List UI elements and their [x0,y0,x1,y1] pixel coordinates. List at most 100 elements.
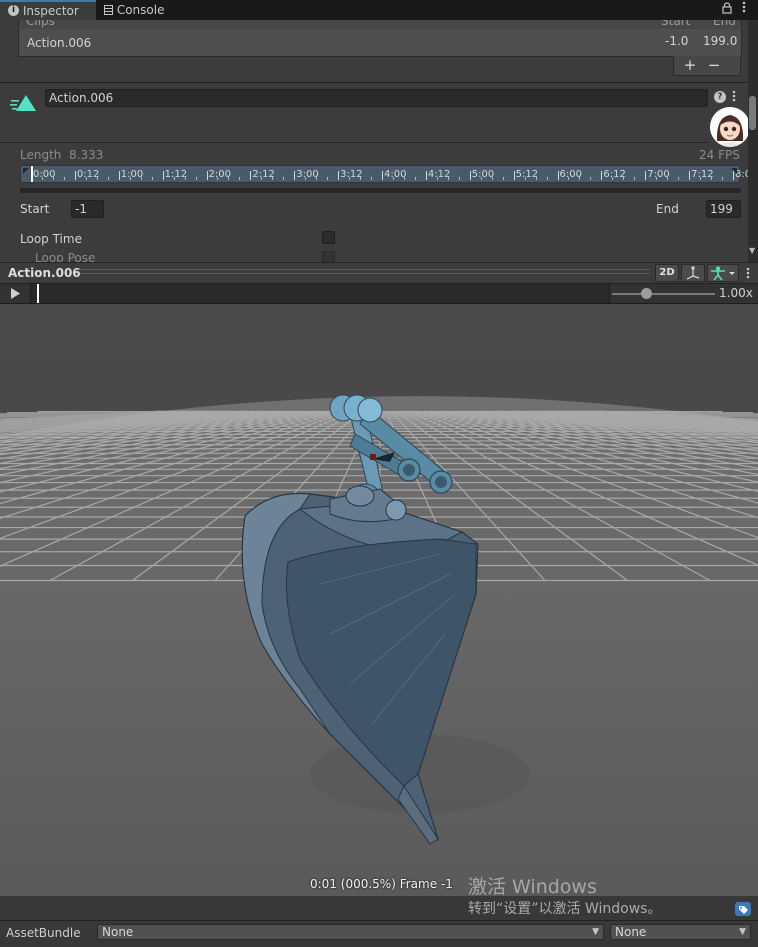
lock-icon[interactable] [720,2,734,18]
playhead[interactable] [37,284,39,303]
avatar[interactable] [710,107,748,147]
start-field[interactable]: -1 [71,200,104,218]
preview-drag-line[interactable] [80,273,650,274]
timeline-subtick [228,177,230,180]
timeline-tick-label: 2:12 [252,169,275,180]
tab-console[interactable]: Console [96,0,192,20]
preview-drag-line[interactable] [80,269,650,270]
timeline-subtick [491,177,493,180]
inspector-scrollbar[interactable] [748,20,758,262]
preview-scene [0,304,758,896]
more-menu-icon[interactable] [738,1,750,17]
timeline-subtick [502,177,504,180]
speed-slider-track[interactable] [612,293,715,295]
timeline-subtick [546,177,548,180]
timeline-tick-label: 4:00 [384,169,407,180]
add-clip-button[interactable]: + [682,56,698,74]
timeline-subtick [52,177,54,180]
tab-inspector[interactable]: i Inspector [0,0,96,20]
clips-header: Clips [26,20,55,28]
timeline-subtick [184,177,186,180]
preview-viewport[interactable]: 0:01 (000.5%) Frame -1 激活 Windows [0,304,758,896]
timeline-subtick [623,177,625,180]
timeline-tick-mark [425,171,427,180]
timeline-subtick [392,177,394,180]
loop-pose-label: Loop Pose [35,251,96,262]
asset-bundle-variant-value: None [615,925,647,939]
preview-more-icon[interactable] [746,267,750,282]
avatar-preview-dropdown[interactable] [707,264,739,282]
tag-icon[interactable] [735,902,751,916]
clip-name-field[interactable]: Action.006 [45,89,708,107]
timeline-ruler[interactable]: 0:00 0:12 1:00 1:12 2:00 2:12 3:00 3:12 4:00 4:12… [20,165,748,183]
end-label: End [656,202,679,216]
timeline-tick-label: 0:12 [76,169,100,180]
timeline-subtick [414,177,416,180]
timeline-subtick [239,177,241,180]
timeline-tick-mark [250,171,252,180]
timeline-subtick [85,177,87,180]
timeline-subtick [41,177,43,180]
divider [0,82,748,83]
timeline-subtick [217,177,219,180]
inspector-panel: Clips Start End Action.006 -1.0 199.0 + … [0,20,748,262]
speed-slider-thumb[interactable] [640,288,652,299]
loop-time-label: Loop Time [20,232,82,246]
timeline-subtick [678,177,680,180]
windows-watermark-subtitle: 转到“设置”以激活 Windows。 [468,901,662,917]
speed-value: 1.00x [719,286,753,300]
preview-scrubber[interactable] [30,284,610,303]
loop-time-checkbox[interactable] [322,231,335,244]
clip-row[interactable]: Action.006 -1.0 199.0 [19,29,741,56]
clip-more-icon[interactable] [732,90,736,105]
loop-pose-checkbox[interactable] [322,251,335,262]
timeline-subtick [371,177,373,180]
timeline-tick-mark [382,171,383,180]
start-marker-icon[interactable] [23,168,29,174]
timeline-tick-label: 5:00 [471,169,495,180]
timeline-subtick [524,177,526,180]
timeline-subtick [272,177,274,180]
timeline-subtick [700,177,702,180]
timeline-tick-label: 3:00 [296,169,319,180]
end-marker-icon[interactable] [731,168,737,174]
clip-row-name: Action.006 [27,36,92,50]
timeline-scroll[interactable] [20,188,741,193]
info-icon: i [8,5,19,16]
asset-bundle-variant-dropdown[interactable]: None ▼ [610,924,751,940]
timeline-subtick [151,177,153,180]
timeline-tick-label: 3:12 [340,169,363,180]
timeline-subtick [96,177,98,180]
timeline-subtick [722,177,724,180]
clips-footer: + − [673,56,741,76]
timeline-tick-mark [601,171,603,180]
pivot-toggle-button[interactable] [681,264,705,282]
scroll-down-icon[interactable]: ▼ [749,246,755,255]
timeline-playhead[interactable] [31,166,33,182]
timeline-tick-label: 2:00 [208,169,231,180]
timeline-subtick [195,177,197,180]
end-field[interactable]: 199 [706,200,741,218]
timeline-subtick [568,177,570,180]
tab-console-label: Console [116,3,165,17]
asset-bundle-name-dropdown[interactable]: None ▼ [97,924,604,940]
timeline-tick-label: 6:00 [559,169,582,180]
play-icon [11,288,20,299]
timeline-subtick [447,177,449,180]
inspector-scroll-thumb[interactable] [749,96,756,130]
2d-toggle-button[interactable]: 2D [655,264,679,282]
timeline-tick-mark [469,171,471,180]
preview-status: 0:01 (000.5%) Frame -1 [310,877,453,891]
timeline-tick-label: 7:12 [691,169,714,180]
help-icon[interactable]: ? [714,91,726,103]
play-button[interactable] [10,288,20,302]
clip-row-end: 199.0 [703,34,738,48]
remove-clip-button[interactable]: − [706,56,722,74]
timeline-tick-mark [118,171,120,180]
timeline-tick-label: 7:00 [647,169,670,180]
start-label: Start [20,202,50,216]
timeline-subtick [656,177,658,180]
timeline-subtick [579,177,581,180]
timeline-subtick [140,177,142,180]
timeline-subtick [590,177,592,180]
